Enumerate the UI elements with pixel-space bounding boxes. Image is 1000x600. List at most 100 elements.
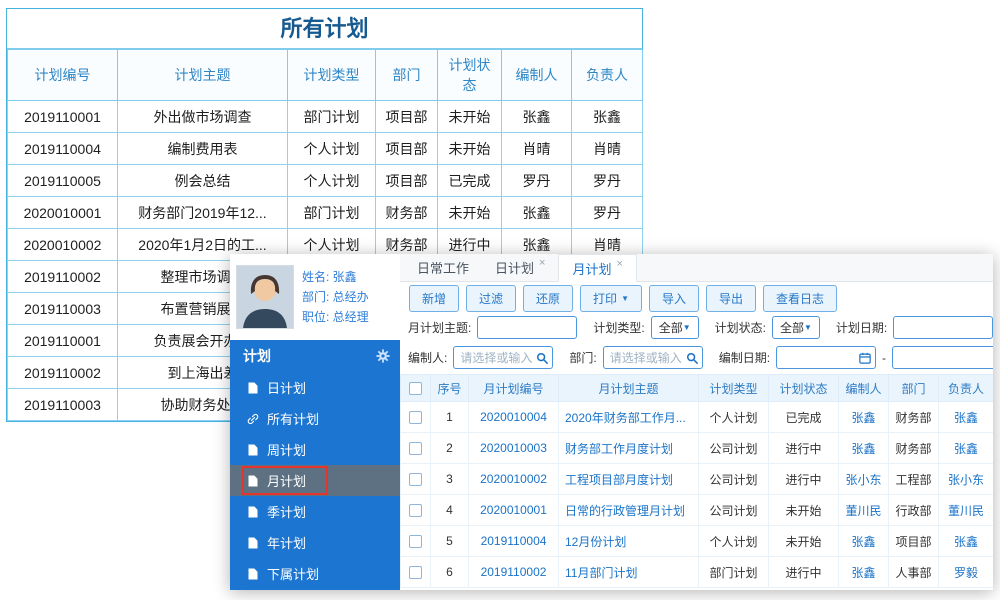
- cell: 2019110002: [7, 260, 118, 293]
- type-filter-value: 全部: [658, 321, 683, 335]
- table-row[interactable]: 2020010001 财务部门2019年12... 部门计划 财务部 未开始 张鑫 罗丹: [7, 196, 643, 229]
- row-number-cell: 4: [430, 494, 469, 526]
- owner-link[interactable]: 张鑫: [954, 411, 978, 425]
- owner-cell: 张鑫: [938, 525, 993, 557]
- sidebar-item[interactable]: 季计划: [230, 496, 400, 527]
- plan-subject-link[interactable]: 11月部门计划: [565, 566, 637, 580]
- tab[interactable]: 月计划 ×: [558, 254, 637, 282]
- row-number-cell: 3: [430, 463, 469, 495]
- table-row[interactable]: 2 2020010003 财务部工作月度计划 公司计划 进行中 张鑫 财务部 张鑫: [400, 432, 993, 464]
- calendar-icon[interactable]: [859, 352, 871, 364]
- tab[interactable]: 日计划 ×: [482, 254, 558, 281]
- column-header: 序号: [430, 374, 469, 402]
- toolbar-button[interactable]: 过滤: [466, 284, 517, 312]
- plan-subject-link[interactable]: 12月份计划: [565, 535, 626, 549]
- subject-filter-input[interactable]: [477, 316, 578, 339]
- type-filter-select[interactable]: 全部 ▼: [650, 316, 699, 339]
- plan-code-link[interactable]: 2019110002: [481, 565, 547, 579]
- plan-subject-link[interactable]: 2020年财务部工作月...: [565, 411, 686, 425]
- cell: 张鑫: [571, 100, 643, 133]
- status-filter-select[interactable]: 全部 ▼: [771, 316, 820, 339]
- table-row[interactable]: 2019110001 外出做市场调查 部门计划 项目部 未开始 张鑫 张鑫: [7, 100, 643, 133]
- sidebar-item[interactable]: 下属计划: [230, 558, 400, 589]
- creator-link[interactable]: 张鑫: [851, 411, 875, 425]
- app-content: 日常工作 日计划 × 月计划 × 新增 过滤 还原 打印 ▼ 导入 导出 查看日志 月计划主题: 计划…: [400, 254, 993, 590]
- sidebar-item[interactable]: 所有计划: [230, 403, 400, 434]
- sidebar-item[interactable]: 周计划: [230, 434, 400, 465]
- cell: 项目部: [375, 132, 438, 165]
- owner-cell: 董川民: [938, 494, 993, 526]
- sidebar-item[interactable]: 日计划: [230, 372, 400, 403]
- table-row[interactable]: 5 2019110004 12月份计划 个人计划 未开始 张鑫 项目部 张鑫: [400, 525, 993, 557]
- creator-link[interactable]: 张小东: [845, 473, 881, 487]
- row-number-cell: 5: [430, 525, 469, 557]
- creator-cell: 张鑫: [838, 432, 889, 464]
- checkbox[interactable]: [409, 442, 422, 456]
- owner-link[interactable]: 罗毅: [954, 566, 978, 580]
- plan-subject-link[interactable]: 日常的行政管理月计划: [565, 504, 685, 518]
- cell: 个人计划: [287, 164, 376, 197]
- sidebar-item-label: 下属计划: [267, 567, 320, 582]
- checkbox[interactable]: [409, 535, 422, 549]
- plan-subject-link[interactable]: 财务部工作月度计划: [565, 442, 673, 456]
- cell: 项目部: [375, 100, 438, 133]
- checkbox-cell: [400, 432, 431, 464]
- plan-date-filter-label: 计划日期:: [835, 321, 888, 335]
- cell: 张鑫: [501, 100, 572, 133]
- owner-link[interactable]: 董川民: [948, 504, 984, 518]
- checkbox[interactable]: [409, 504, 422, 518]
- plan-subject-link[interactable]: 工程项目部月度计划: [565, 473, 673, 487]
- table-row[interactable]: 3 2020010002 工程项目部月度计划 公司计划 进行中 张小东 工程部 张小东: [400, 463, 993, 495]
- toolbar-button-label: 新增: [422, 291, 447, 306]
- plan-date-filter-input[interactable]: [893, 316, 993, 339]
- plan-code-link[interactable]: 2019110004: [481, 534, 547, 548]
- plan-code-link[interactable]: 2020010004: [480, 410, 547, 424]
- checkbox[interactable]: [409, 411, 422, 425]
- toolbar-button[interactable]: 导出: [706, 284, 757, 312]
- checkbox[interactable]: [409, 473, 422, 487]
- table-row[interactable]: 4 2020010001 日常的行政管理月计划 公司计划 未开始 董川民 行政部 董川民: [400, 494, 993, 526]
- creator-link[interactable]: 董川民: [845, 504, 881, 518]
- dept-cell: 人事部: [888, 556, 939, 588]
- sidebar-menu: 日计划 所有计划 周计划 月计划 季计划 年计划下属计划: [230, 372, 400, 589]
- search-icon[interactable]: [686, 352, 698, 364]
- toolbar-button[interactable]: 导入: [648, 284, 699, 312]
- file-icon: [247, 568, 259, 580]
- table-row[interactable]: 6 2019110002 11月部门计划 部门计划 进行中 张鑫 人事部 罗毅: [400, 556, 993, 588]
- sidebar-item[interactable]: 年计划: [230, 527, 400, 558]
- column-header: 部门: [375, 49, 438, 101]
- create-date-end-input[interactable]: [892, 346, 993, 369]
- owner-link[interactable]: 张鑫: [954, 442, 978, 456]
- toolbar-button[interactable]: 新增: [409, 284, 460, 312]
- close-icon[interactable]: ×: [539, 257, 545, 269]
- table-row[interactable]: 2019110004 编制费用表 个人计划 项目部 未开始 肖晴 肖晴: [7, 132, 643, 165]
- gear-icon[interactable]: [376, 349, 390, 363]
- filter-row-1: 月计划主题: 计划类型: 全部 ▼ 计划状态: 全部 ▼ 计划日期:: [408, 316, 993, 339]
- filter-panel: 月计划主题: 计划类型: 全部 ▼ 计划状态: 全部 ▼ 计划日期: 编制人:: [400, 314, 993, 374]
- search-icon[interactable]: [536, 352, 549, 364]
- creator-link[interactable]: 张鑫: [851, 566, 875, 580]
- table-row[interactable]: 1 2020010004 2020年财务部工作月... 个人计划 已完成 张鑫 财务部 张鑫: [400, 401, 993, 433]
- checkbox[interactable]: [409, 566, 422, 580]
- toolbar-button[interactable]: 打印 ▼: [580, 284, 642, 312]
- table-row[interactable]: 2019110005 例会总结 个人计划 项目部 已完成 罗丹 罗丹: [7, 164, 643, 197]
- owner-link[interactable]: 张鑫: [954, 535, 978, 549]
- checkbox[interactable]: [409, 382, 422, 396]
- toolbar-button[interactable]: 还原: [523, 284, 574, 312]
- file-icon: [247, 444, 259, 456]
- plan-code-link[interactable]: 2020010002: [480, 472, 547, 486]
- checkbox-cell: [400, 525, 431, 557]
- cell: 2019110001: [7, 100, 118, 133]
- close-icon[interactable]: ×: [616, 258, 622, 270]
- plan-type-cell: 个人计划: [698, 525, 769, 557]
- creator-link[interactable]: 张鑫: [851, 535, 875, 549]
- sidebar-item[interactable]: 月计划: [230, 465, 400, 496]
- plan-code-link[interactable]: 2020010003: [480, 441, 547, 455]
- owner-cell: 张鑫: [938, 401, 993, 433]
- tab[interactable]: 日常工作: [404, 254, 482, 281]
- owner-link[interactable]: 张小东: [948, 473, 984, 487]
- creator-link[interactable]: 张鑫: [851, 442, 875, 456]
- plan-code-link[interactable]: 2020010001: [480, 503, 547, 517]
- toolbar-button[interactable]: 查看日志: [763, 284, 838, 312]
- plan-code-cell: 2020010001: [468, 494, 559, 526]
